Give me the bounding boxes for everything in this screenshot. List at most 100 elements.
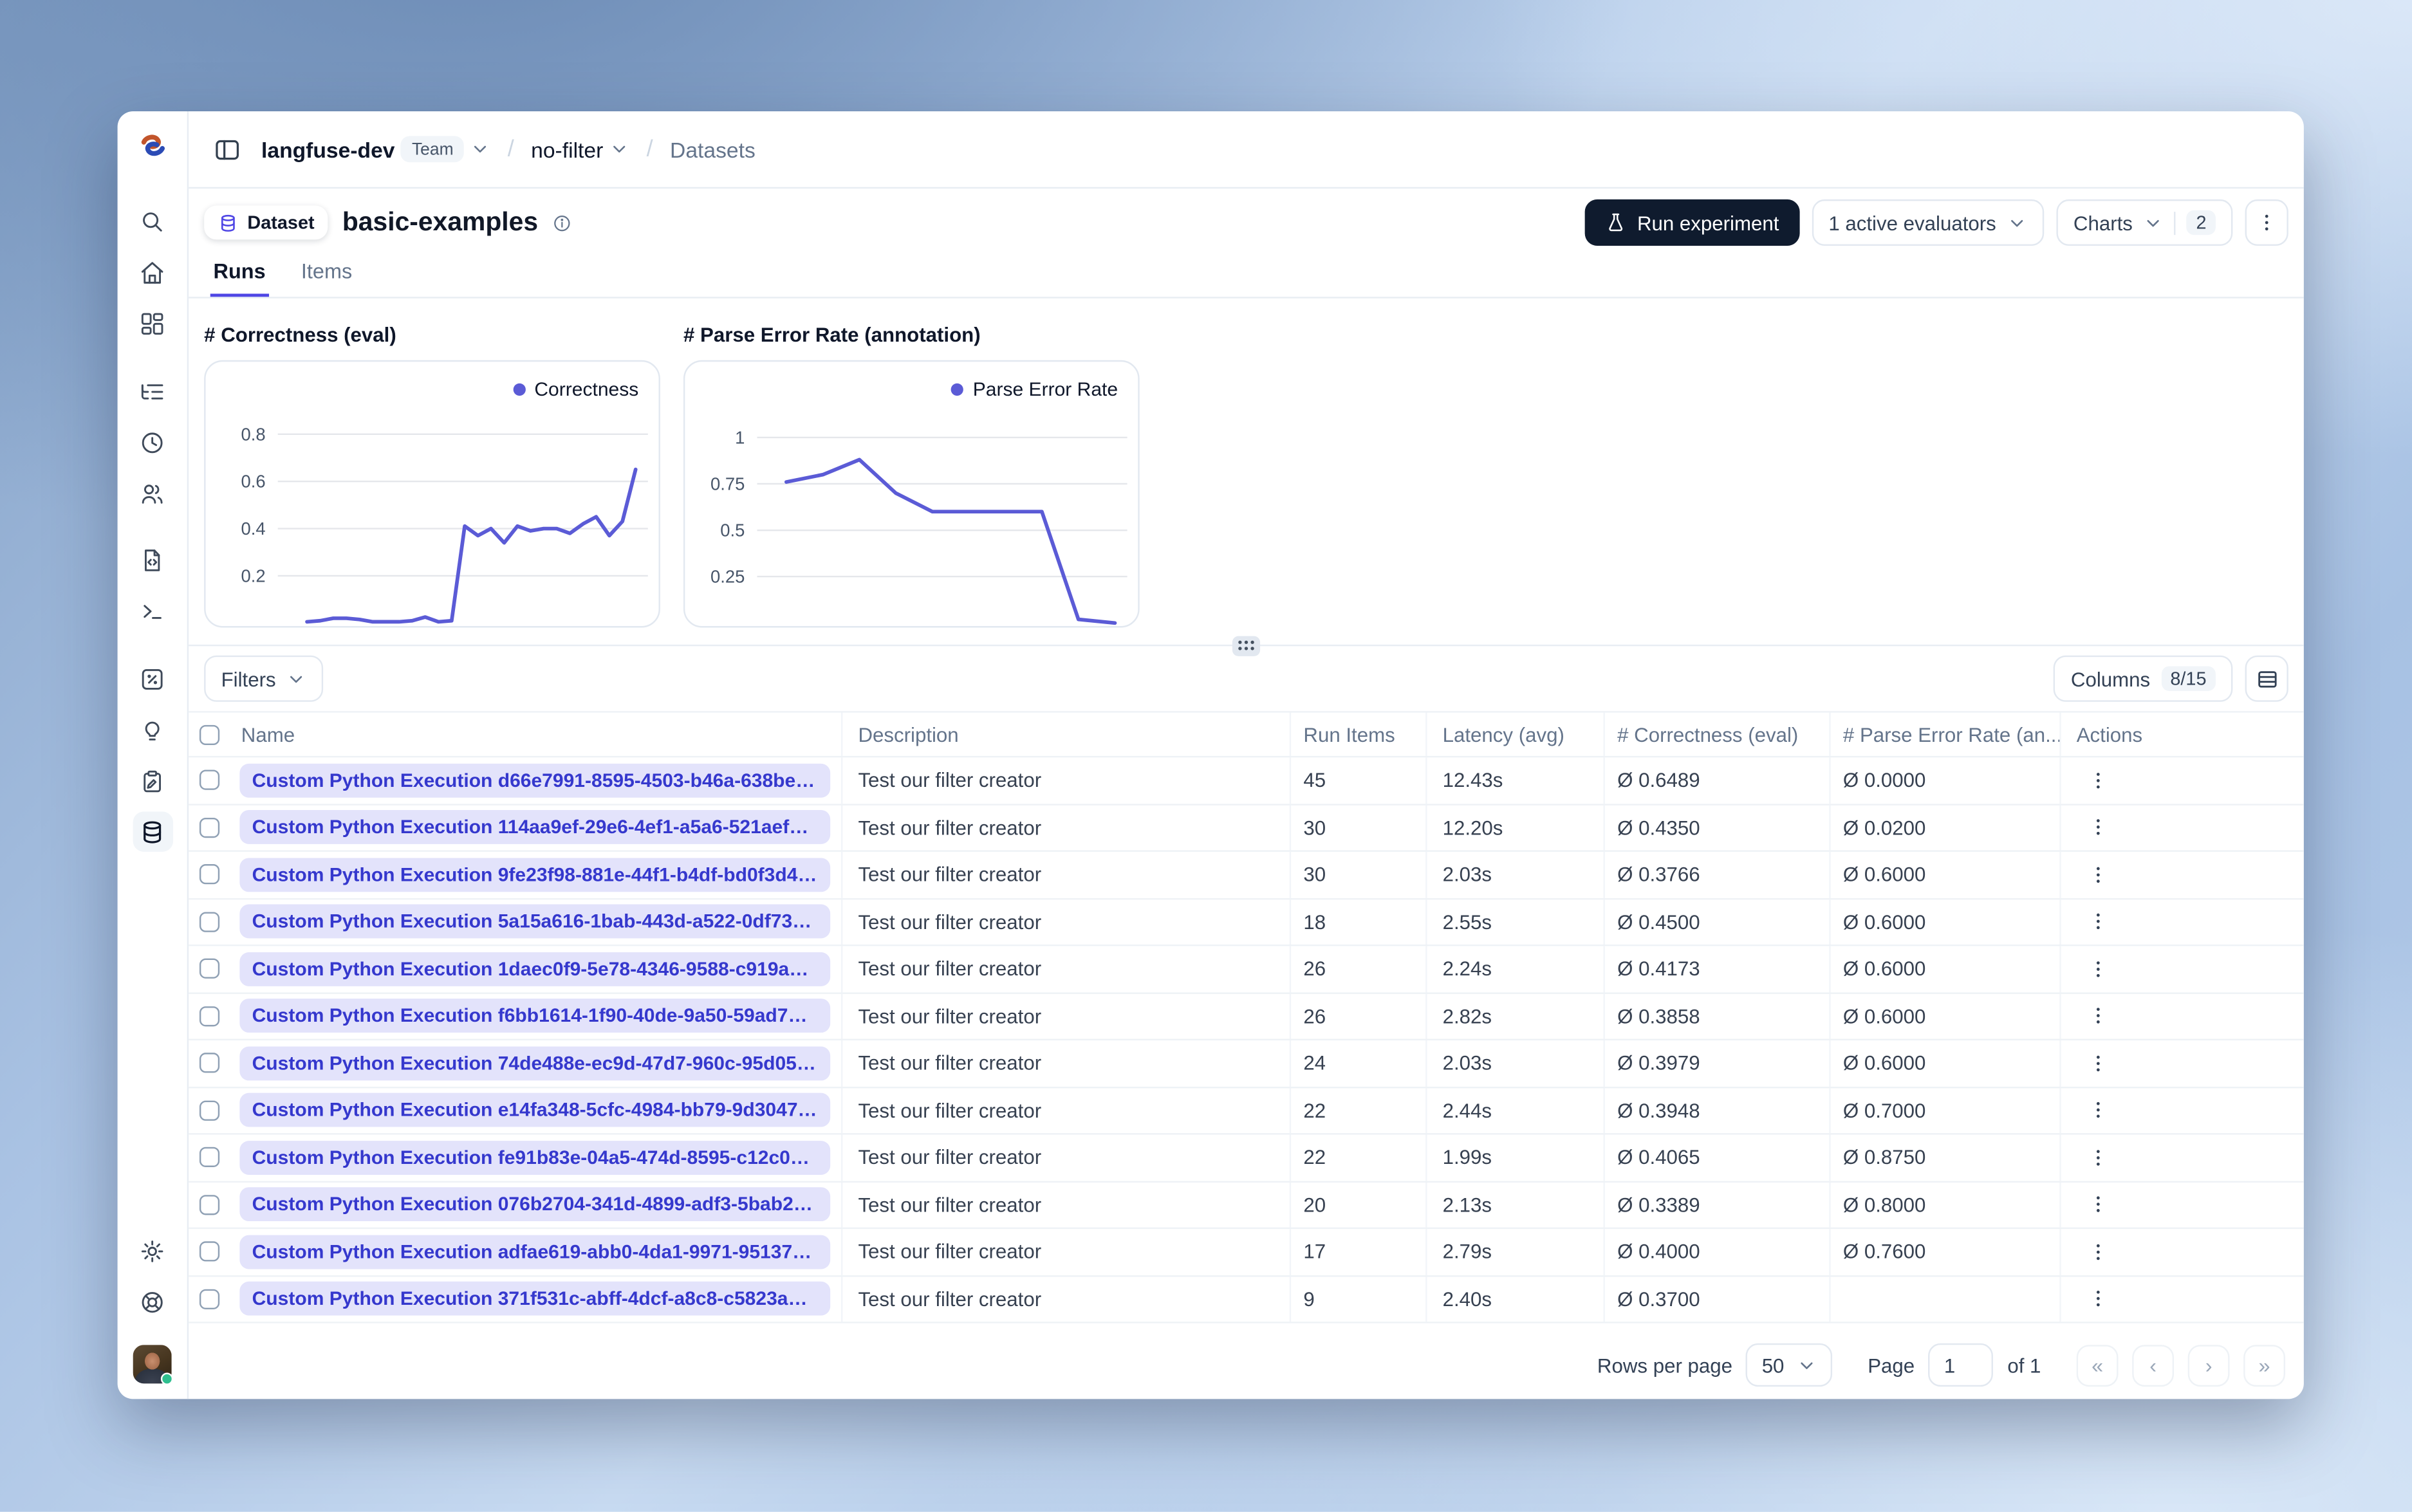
row-checkbox[interactable] xyxy=(199,1006,220,1026)
run-name-pill[interactable]: Custom Python Execution d66e7991-8595-45… xyxy=(239,763,831,798)
settings-gear-icon[interactable] xyxy=(132,1231,172,1271)
user-avatar[interactable] xyxy=(133,1345,174,1385)
row-checkbox[interactable] xyxy=(199,1241,220,1262)
info-icon[interactable] xyxy=(552,212,572,232)
evaluators-dropdown[interactable]: 1 active evaluators xyxy=(1811,199,2045,246)
row-description: Test our filter creator xyxy=(858,768,1042,792)
row-actions-menu-button[interactable] xyxy=(2079,903,2117,941)
run-name-pill[interactable]: Custom Python Execution 9fe23f98-881e-44… xyxy=(239,857,831,892)
suggestions-lightbulb-icon[interactable] xyxy=(132,710,172,750)
rows-per-page-select[interactable]: 50 xyxy=(1746,1343,1832,1387)
row-select-cell xyxy=(189,757,235,803)
row-checkbox[interactable] xyxy=(199,1289,220,1309)
cell-run-items: 20 xyxy=(1291,1181,1427,1228)
project-switcher[interactable]: no-filter xyxy=(531,137,629,161)
row-actions-cell xyxy=(2061,1182,2304,1228)
tab-items[interactable]: Items xyxy=(298,257,355,297)
row-checkbox[interactable] xyxy=(199,911,220,932)
first-page-button[interactable]: « xyxy=(2076,1344,2119,1386)
row-actions-menu-button[interactable] xyxy=(2079,1092,2117,1129)
row-actions-menu-button[interactable] xyxy=(2079,1233,2117,1271)
row-select-cell xyxy=(189,1229,235,1275)
sidebar-toggle-icon[interactable] xyxy=(207,129,247,169)
row-checkbox[interactable] xyxy=(199,1147,220,1168)
cell-run-items: 18 xyxy=(1291,899,1427,945)
row-actions-menu-button[interactable] xyxy=(2079,1045,2117,1082)
more-actions-button[interactable] xyxy=(2245,199,2288,246)
row-actions-menu-button[interactable] xyxy=(2079,809,2117,846)
row-checkbox[interactable] xyxy=(199,770,220,791)
row-latency: 2.55s xyxy=(1442,910,1492,934)
tab-runs[interactable]: Runs xyxy=(210,257,269,297)
row-latency: 2.40s xyxy=(1442,1287,1492,1311)
row-checkbox[interactable] xyxy=(199,1053,220,1074)
home-icon[interactable] xyxy=(132,253,172,293)
row-height-button[interactable] xyxy=(2245,655,2288,702)
run-name-pill[interactable]: Custom Python Execution 1daec0f9-5e78-43… xyxy=(239,952,831,986)
search-icon[interactable] xyxy=(132,202,172,242)
dataset-type-badge[interactable]: Dataset xyxy=(204,205,329,240)
tracing-icon[interactable] xyxy=(132,371,172,411)
pagination-bar: Rows per page 50 Page of 1 « ‹ › » xyxy=(189,1331,2304,1399)
row-latency: 12.20s xyxy=(1442,815,1503,840)
prev-page-button[interactable]: ‹ xyxy=(2132,1344,2175,1386)
org-switcher[interactable]: langfuse-dev Team xyxy=(261,136,490,163)
breadcrumb-section[interactable]: Datasets xyxy=(670,137,756,161)
charts-dropdown[interactable]: Charts 2 xyxy=(2056,199,2233,246)
columns-button[interactable]: Columns 8/15 xyxy=(2054,655,2233,702)
row-run-items: 20 xyxy=(1303,1193,1326,1217)
cell-latency: 2.03s xyxy=(1427,1040,1605,1086)
resize-drag-handle[interactable] xyxy=(1232,635,1261,656)
row-checkbox[interactable] xyxy=(199,817,220,838)
row-select-cell xyxy=(189,1276,235,1322)
row-actions-cell xyxy=(2061,1229,2304,1275)
select-all-checkbox[interactable] xyxy=(199,724,220,744)
cell-run-items: 30 xyxy=(1291,851,1427,898)
last-page-button[interactable]: » xyxy=(2243,1344,2286,1386)
row-actions-cell xyxy=(2061,946,2304,991)
run-name-pill[interactable]: Custom Python Execution fe91b83e-04a5-47… xyxy=(239,1140,831,1175)
row-checkbox[interactable] xyxy=(199,959,220,979)
annotation-clipboard-icon[interactable] xyxy=(132,761,172,800)
row-latency: 12.43s xyxy=(1442,768,1503,792)
next-page-button[interactable]: › xyxy=(2187,1344,2230,1386)
row-name-cell: Custom Python Execution 1daec0f9-5e78-43… xyxy=(235,946,843,992)
run-name-pill[interactable]: Custom Python Execution adfae619-abb0-4d… xyxy=(239,1235,831,1269)
users-icon[interactable] xyxy=(132,473,172,513)
row-actions-menu-button[interactable] xyxy=(2079,950,2117,988)
sessions-clock-icon[interactable] xyxy=(132,422,172,462)
run-name-pill[interactable]: Custom Python Execution 076b2704-341d-48… xyxy=(239,1187,831,1222)
datasets-database-icon[interactable] xyxy=(132,811,172,852)
cell-description: Test our filter creator xyxy=(842,757,1292,804)
cell-parse-error-rate: Ø 0.6000 xyxy=(1831,899,2061,945)
row-latency: 2.13s xyxy=(1442,1193,1492,1217)
row-actions-menu-button[interactable] xyxy=(2079,1139,2117,1176)
row-actions-menu-button[interactable] xyxy=(2079,856,2117,893)
row-actions-menu-button[interactable] xyxy=(2079,1186,2117,1223)
run-name-pill[interactable]: Custom Python Execution 5a15a616-1bab-44… xyxy=(239,905,831,939)
row-checkbox[interactable] xyxy=(199,1194,220,1215)
run-name-pill[interactable]: Custom Python Execution f6bb1614-1f90-40… xyxy=(239,999,831,1033)
row-actions-menu-button[interactable] xyxy=(2079,1280,2117,1318)
row-actions-menu-button[interactable] xyxy=(2079,997,2117,1035)
support-lifebuoy-icon[interactable] xyxy=(132,1282,172,1322)
row-actions-menu-button[interactable] xyxy=(2079,762,2117,799)
org-logo[interactable] xyxy=(132,125,172,165)
filters-button[interactable]: Filters xyxy=(204,655,324,702)
row-run-items: 9 xyxy=(1303,1287,1315,1311)
header-select-cell xyxy=(189,713,235,756)
row-checkbox[interactable] xyxy=(199,1100,220,1121)
run-name-pill[interactable]: Custom Python Execution 74de488e-ec9d-47… xyxy=(239,1046,831,1080)
row-correctness: Ø 0.3979 xyxy=(1617,1051,1700,1075)
dashboards-icon[interactable] xyxy=(132,304,172,344)
prompts-icon[interactable] xyxy=(132,540,172,580)
playground-terminal-icon[interactable] xyxy=(132,591,172,631)
run-name-pill[interactable]: Custom Python Execution 371f531c-abff-4d… xyxy=(239,1282,831,1316)
run-experiment-button[interactable]: Run experiment xyxy=(1584,199,1799,246)
page-number-input[interactable] xyxy=(1928,1343,1994,1387)
run-name-pill[interactable]: Custom Python Execution 114aa9ef-29e6-4e… xyxy=(239,810,831,845)
evaluation-percent-icon[interactable] xyxy=(132,659,172,699)
run-name-pill[interactable]: Custom Python Execution e14fa348-5cfc-49… xyxy=(239,1093,831,1128)
row-parse-error-rate: Ø 0.0200 xyxy=(1842,815,1926,840)
row-checkbox[interactable] xyxy=(199,864,220,885)
